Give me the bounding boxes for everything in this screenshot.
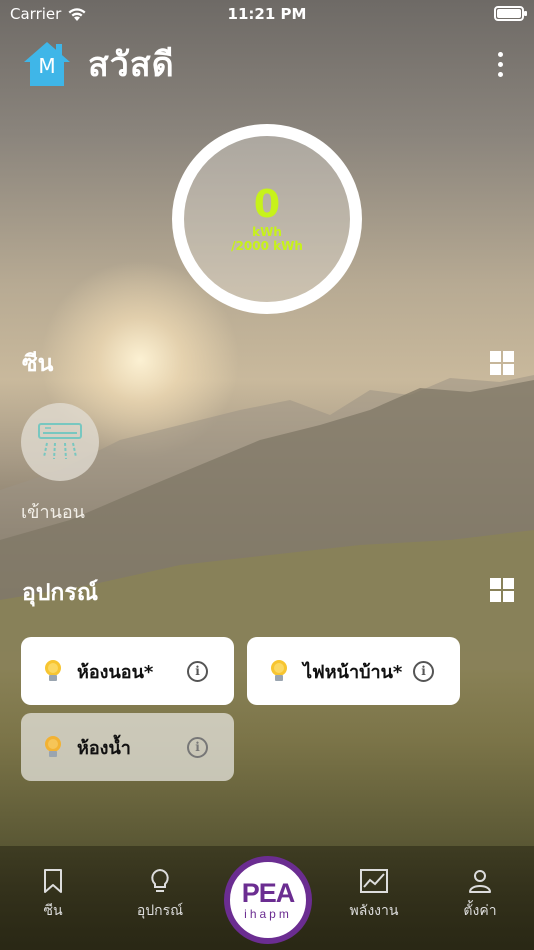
tab-energy[interactable]: พลังงาน (329, 868, 419, 922)
user-icon (469, 870, 491, 893)
tab-scenes[interactable]: ซีน (8, 868, 98, 922)
device-card-bedroom[interactable]: ห้องนอน* i (21, 637, 234, 705)
tab-label: ตั้งค่า (463, 903, 497, 919)
energy-value: 0 (253, 182, 281, 226)
pea-logo-button[interactable]: PEA ihapm (224, 856, 312, 944)
battery-icon (494, 6, 527, 21)
scenes-title: ซีน (22, 351, 54, 377)
info-icon[interactable]: i (187, 737, 208, 758)
info-icon[interactable]: i (413, 661, 434, 682)
light-bulb-icon (45, 660, 61, 681)
light-bulb-icon (45, 736, 61, 757)
more-menu-icon[interactable] (496, 52, 504, 77)
air-conditioner-icon (38, 423, 82, 460)
app-header: M สวัสดี (22, 36, 175, 92)
home-logo-letter: M (38, 54, 56, 78)
energy-unit: kWh (252, 225, 282, 239)
light-bulb-icon (151, 868, 169, 892)
device-name: ห้องนอน* (77, 661, 154, 683)
scene-label-sleep: เข้านอน (21, 502, 85, 523)
tab-settings[interactable]: ตั้งค่า (435, 868, 525, 922)
home-logo-icon: M (22, 40, 72, 88)
scenes-grid-icon[interactable] (490, 351, 514, 375)
tab-label: พลังงาน (349, 903, 399, 919)
energy-gauge[interactable]: 0 kWh /2000 kWh (172, 124, 362, 314)
info-icon[interactable]: i (187, 661, 208, 682)
device-card-front-light[interactable]: ไฟหน้าบ้าน* i (247, 637, 460, 705)
status-bar: Carrier 11:21 PM (0, 0, 534, 30)
device-name: ห้องน้ำ (77, 737, 131, 759)
tab-label: ซีน (43, 903, 63, 919)
device-card-bathroom[interactable]: ห้องน้ำ i (21, 713, 234, 781)
scene-button-sleep[interactable] (21, 403, 99, 481)
pea-logo-subtext: ihapm (244, 906, 292, 921)
devices-grid-icon[interactable] (490, 578, 514, 602)
tab-devices[interactable]: อุปกรณ์ (115, 868, 205, 922)
energy-limit: /2000 kWh (231, 239, 303, 253)
pea-logo-text: PEA (241, 877, 296, 908)
tab-bar: ซีน อุปกรณ์ PEA ihapm พลังงาน ตั้งค่า (0, 846, 534, 950)
device-name: ไฟหน้าบ้าน* (303, 661, 403, 683)
greeting-title: สวัสดี (88, 45, 175, 85)
devices-title: อุปกรณ์ (22, 580, 99, 606)
chart-icon (360, 869, 388, 893)
tab-label: อุปกรณ์ (136, 903, 184, 919)
status-time: 11:21 PM (227, 5, 307, 23)
bookmark-icon (44, 869, 62, 893)
light-bulb-icon (271, 660, 287, 681)
